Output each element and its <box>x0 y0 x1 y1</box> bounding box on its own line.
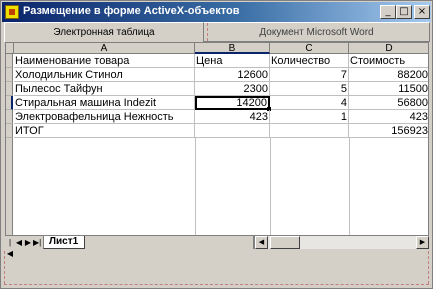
row-header[interactable] <box>6 68 13 82</box>
next-sheet-icon[interactable]: ▶ <box>24 237 32 248</box>
cell[interactable]: 156923 <box>349 124 428 138</box>
cell[interactable]: 56800 <box>349 96 428 110</box>
cell[interactable]: 423 <box>349 110 428 124</box>
tab-spreadsheet[interactable]: Электронная таблица <box>4 22 204 42</box>
cell[interactable] <box>195 124 270 138</box>
row-header[interactable] <box>6 124 13 138</box>
first-sheet-icon[interactable]: |◀ <box>6 237 14 258</box>
scrollbar-thumb[interactable] <box>270 236 300 249</box>
cell[interactable]: 11500 <box>349 82 428 96</box>
frame-dashed-border-left <box>4 251 5 284</box>
cell[interactable]: Наименование товара <box>14 54 195 68</box>
cell[interactable]: Цена <box>195 54 270 68</box>
cell[interactable]: 12600 <box>195 68 270 82</box>
app-window: Размещение в форме ActiveX-объектов _ □ … <box>0 0 433 289</box>
cell[interactable]: Пылесос Тайфун <box>14 82 195 96</box>
tab-dashed-divider <box>207 23 208 41</box>
sheet-tab-1[interactable]: Лист1 <box>43 236 85 249</box>
spreadsheet-grid[interactable]: A B C D Наименование товара Цена Количес… <box>5 42 429 249</box>
horizontal-scrollbar[interactable]: ◀ ▶ <box>253 236 429 249</box>
row-header[interactable] <box>6 82 13 96</box>
cell[interactable]: Количество <box>270 54 349 68</box>
gridline <box>270 138 271 248</box>
minimize-button[interactable]: _ <box>380 5 396 19</box>
select-all-corner[interactable] <box>6 43 14 54</box>
cell[interactable]: 88200 <box>349 68 428 82</box>
gridline <box>195 138 196 248</box>
cell[interactable]: 2300 <box>195 82 270 96</box>
tab-bar: Электронная таблица Документ Microsoft W… <box>2 22 431 42</box>
column-header-c[interactable]: C <box>270 43 349 54</box>
app-icon[interactable] <box>5 5 19 19</box>
frame-dashed-border-bottom <box>4 284 429 285</box>
column-header-a[interactable]: A <box>14 43 195 54</box>
row-header[interactable] <box>6 110 13 124</box>
prev-sheet-icon[interactable]: ◀ <box>15 237 23 248</box>
close-button[interactable]: × <box>414 5 430 19</box>
last-sheet-icon[interactable]: ▶| <box>33 237 41 248</box>
cell[interactable] <box>270 124 349 138</box>
cell[interactable]: Стиральная машина Indezit <box>14 96 195 110</box>
title-bar[interactable]: Размещение в форме ActiveX-объектов _ □ … <box>2 2 431 22</box>
maximize-button[interactable]: □ <box>396 5 412 19</box>
row-header[interactable] <box>6 96 13 110</box>
row-header[interactable] <box>6 138 13 248</box>
cell[interactable]: 4 <box>270 96 349 110</box>
cell[interactable]: 7 <box>270 68 349 82</box>
cell[interactable]: Электровафельница Нежность <box>14 110 195 124</box>
cell[interactable]: 5 <box>270 82 349 96</box>
cell[interactable]: Холодильник Стинол <box>14 68 195 82</box>
column-header-d[interactable]: D <box>349 43 428 54</box>
tab-word-document[interactable]: Документ Microsoft Word <box>204 22 430 42</box>
gridline <box>349 138 350 248</box>
window-title: Размещение в форме ActiveX-объектов <box>23 5 240 17</box>
cell[interactable]: ИТОГ <box>14 124 195 138</box>
column-header-b[interactable]: B <box>195 43 270 54</box>
cell[interactable]: Стоимость <box>349 54 428 68</box>
sheet-tab-bar: |◀ ◀ ▶ ▶| Лист1 ◀ ▶ <box>5 235 429 258</box>
cell[interactable]: 423 <box>195 110 270 124</box>
row-header[interactable] <box>6 54 13 68</box>
cell[interactable]: 1 <box>270 110 349 124</box>
scroll-right-icon[interactable]: ▶ <box>416 236 429 249</box>
scroll-left-icon[interactable]: ◀ <box>255 236 268 249</box>
active-cell[interactable]: 14200 <box>195 96 270 110</box>
